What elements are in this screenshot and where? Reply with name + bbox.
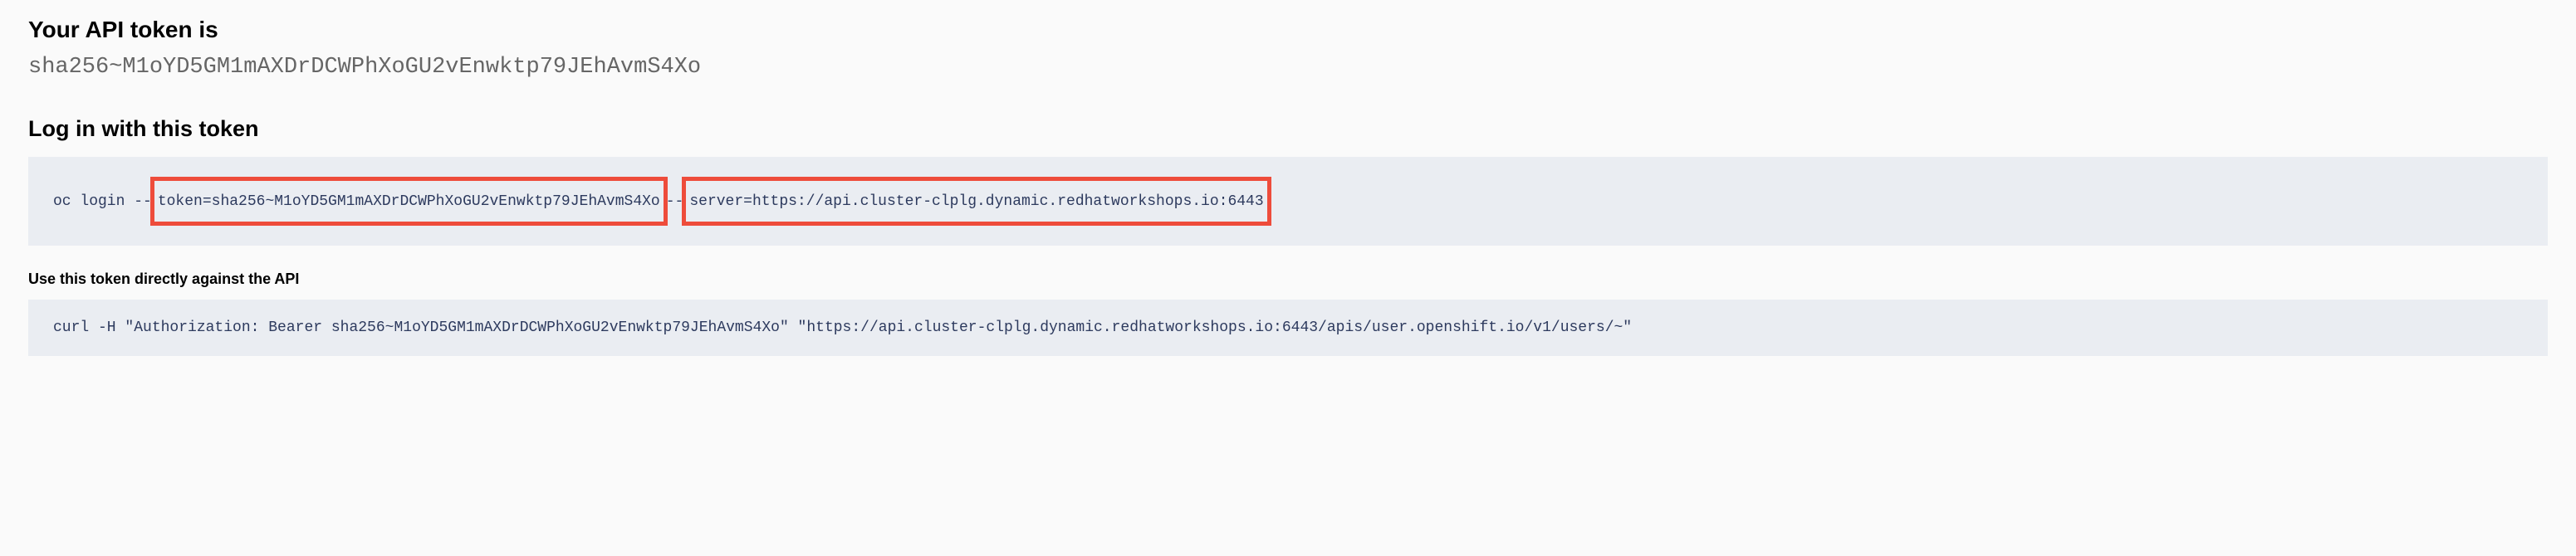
login-heading: Log in with this token — [28, 116, 2548, 142]
use-directly-heading: Use this token directly against the API — [28, 271, 2548, 288]
login-command-middle: -- — [666, 193, 684, 210]
api-token-heading: Your API token is — [28, 17, 2548, 43]
curl-command-text: curl -H "Authorization: Bearer sha256~M1… — [53, 319, 1632, 336]
curl-command-block[interactable]: curl -H "Authorization: Bearer sha256~M1… — [28, 300, 2548, 356]
login-command-prefix: oc login -- — [53, 193, 152, 210]
login-command-block[interactable]: oc login --token=sha256~M1oYD5GM1mAXDrDC… — [28, 157, 2548, 246]
login-server-highlight: server=https://api.cluster-clplg.dynamic… — [682, 177, 1271, 226]
login-token-highlight: token=sha256~M1oYD5GM1mAXDrDCWPhXoGU2vEn… — [150, 177, 668, 226]
api-token-value: sha256~M1oYD5GM1mAXDrDCWPhXoGU2vEnwktp79… — [28, 55, 2548, 80]
